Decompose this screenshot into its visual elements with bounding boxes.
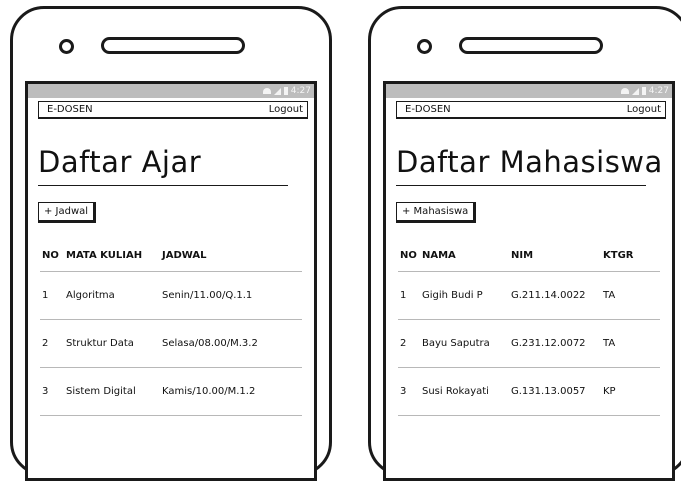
cell-no: 3 bbox=[42, 386, 49, 397]
app-name: E-DOSEN bbox=[405, 104, 451, 115]
battery-icon bbox=[283, 87, 288, 95]
table-row[interactable]: 3 Sistem Digital Kamis/10.00/M.1.2 bbox=[42, 368, 292, 415]
page-title: Daftar Ajar bbox=[38, 145, 202, 179]
column-header-mata-kuliah: MATA KULIAH bbox=[66, 249, 143, 261]
cell-no: 1 bbox=[42, 290, 49, 301]
camera-icon bbox=[417, 39, 432, 54]
app-bar: E-DOSEN Logout bbox=[38, 101, 308, 119]
status-bar: 4:27 bbox=[386, 84, 672, 98]
table-row[interactable]: 1 Gigih Budi P G.211.14.0022 TA bbox=[400, 272, 650, 319]
column-header-no: NO bbox=[42, 249, 59, 261]
cell-mata-kuliah: Sistem Digital bbox=[66, 386, 136, 397]
table-header: NO NAMA NIM KTGR bbox=[400, 245, 650, 265]
table-row[interactable]: 2 Struktur Data Selasa/08.00/M.3.2 bbox=[42, 320, 292, 367]
row-divider bbox=[398, 415, 660, 416]
cell-no: 1 bbox=[400, 290, 407, 301]
cell-no: 2 bbox=[400, 338, 407, 349]
logout-button[interactable]: Logout bbox=[627, 104, 661, 115]
column-header-no: NO bbox=[400, 249, 417, 261]
screen-daftar-mahasiswa: 4:27 E-DOSEN Logout Daftar Mahasiswa + M… bbox=[383, 81, 675, 481]
phone-frame-left: 4:27 E-DOSEN Logout Daftar Ajar + Jadwal… bbox=[10, 6, 332, 481]
status-bar: 4:27 bbox=[28, 84, 314, 98]
speaker-icon bbox=[459, 37, 603, 54]
camera-icon bbox=[59, 39, 74, 54]
page-title: Daftar Mahasiswa bbox=[396, 145, 663, 179]
signal-icon bbox=[631, 87, 639, 95]
cell-nama: Susi Rokayati bbox=[422, 386, 489, 397]
cell-jadwal: Selasa/08.00/M.3.2 bbox=[162, 338, 258, 349]
cell-ktgr: TA bbox=[603, 338, 616, 349]
cell-ktgr: KP bbox=[603, 386, 616, 397]
table-row[interactable]: 1 Algoritma Senin/11.00/Q.1.1 bbox=[42, 272, 292, 319]
cell-ktgr: TA bbox=[603, 290, 616, 301]
column-header-jadwal: JADWAL bbox=[162, 249, 207, 261]
app-name: E-DOSEN bbox=[47, 104, 93, 115]
cell-mata-kuliah: Algoritma bbox=[66, 290, 115, 301]
cell-nama: Gigih Budi P bbox=[422, 290, 483, 301]
battery-icon bbox=[641, 87, 646, 95]
cell-mata-kuliah: Struktur Data bbox=[66, 338, 134, 349]
table-row[interactable]: 2 Bayu Saputra G.231.12.0072 TA bbox=[400, 320, 650, 367]
speaker-icon bbox=[101, 37, 245, 54]
table-header: NO MATA KULIAH JADWAL bbox=[42, 245, 292, 265]
logout-button[interactable]: Logout bbox=[269, 104, 303, 115]
add-jadwal-button[interactable]: + Jadwal bbox=[38, 202, 97, 223]
add-mahasiswa-button[interactable]: + Mahasiswa bbox=[396, 202, 477, 223]
row-divider bbox=[40, 415, 302, 416]
cell-jadwal: Senin/11.00/Q.1.1 bbox=[162, 290, 253, 301]
wifi-icon bbox=[620, 88, 629, 94]
screen-daftar-ajar: 4:27 E-DOSEN Logout Daftar Ajar + Jadwal… bbox=[25, 81, 317, 481]
app-bar: E-DOSEN Logout bbox=[396, 101, 666, 119]
column-header-nama: NAMA bbox=[422, 249, 456, 261]
cell-nim: G.211.14.0022 bbox=[511, 290, 586, 301]
cell-jadwal: Kamis/10.00/M.1.2 bbox=[162, 386, 256, 397]
phone-frame-right: 4:27 E-DOSEN Logout Daftar Mahasiswa + M… bbox=[368, 6, 681, 481]
cell-nim: G.131.13.0057 bbox=[511, 386, 586, 397]
table-row[interactable]: 3 Susi Rokayati G.131.13.0057 KP bbox=[400, 368, 650, 415]
cell-nim: G.231.12.0072 bbox=[511, 338, 586, 349]
column-header-nim: NIM bbox=[511, 249, 534, 261]
title-divider bbox=[396, 185, 646, 186]
cell-nama: Bayu Saputra bbox=[422, 338, 490, 349]
status-time: 4:27 bbox=[648, 86, 669, 96]
wifi-icon bbox=[262, 88, 271, 94]
cell-no: 2 bbox=[42, 338, 49, 349]
column-header-ktgr: KTGR bbox=[603, 249, 634, 261]
signal-icon bbox=[273, 87, 281, 95]
cell-no: 3 bbox=[400, 386, 407, 397]
status-time: 4:27 bbox=[290, 86, 311, 96]
title-divider bbox=[38, 185, 288, 186]
